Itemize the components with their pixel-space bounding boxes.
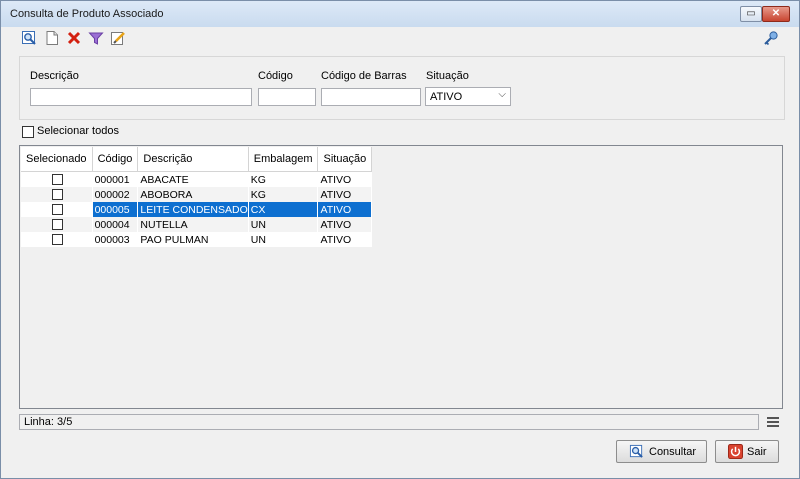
search-preview-icon[interactable] — [21, 30, 37, 46]
descricao-label: Descrição — [30, 70, 79, 82]
situacao-select[interactable]: ATIVO ⌵ — [425, 87, 511, 106]
row-position-text: Linha: 3/5 — [24, 416, 73, 428]
descricao-cell: NUTELLA — [137, 217, 249, 232]
results-grid: Selecionado Código Descrição Embalagem S… — [19, 145, 783, 409]
row-select-cell — [21, 202, 93, 217]
situacao-cell: ATIVO — [317, 202, 373, 217]
situacao-cell: ATIVO — [317, 171, 373, 187]
situacao-cell: ATIVO — [317, 232, 373, 247]
codigo-cell: 000004 — [92, 217, 139, 232]
descricao-cell: PAO PULMAN — [137, 232, 249, 247]
embalagem-cell: UN — [248, 217, 319, 232]
window-title: Consulta de Produto Associado — [10, 8, 164, 20]
descricao-cell: LEITE CONDENSADO — [137, 202, 249, 217]
hamburger-menu-icon[interactable] — [767, 417, 779, 427]
sair-button-label: Sair — [747, 446, 767, 458]
row-checkbox[interactable] — [51, 174, 63, 185]
embalagem-cell: KG — [248, 187, 319, 202]
main-window: Consulta de Produto Associado ▭ ✕ Descri… — [0, 0, 800, 479]
row-select-cell — [21, 187, 93, 202]
situacao-cell: ATIVO — [317, 187, 373, 202]
row-checkbox[interactable] — [51, 234, 63, 245]
sair-button[interactable]: Sair — [715, 440, 779, 463]
table-row-selected[interactable]: 000005 LEITE CONDENSADO CX ATIVO — [21, 202, 373, 217]
column-header-selecionado[interactable]: Selecionado — [21, 147, 93, 172]
select-all-checkbox[interactable] — [22, 126, 34, 138]
new-document-icon[interactable] — [44, 30, 60, 46]
row-select-cell — [21, 171, 93, 187]
row-checkbox[interactable] — [51, 204, 63, 215]
row-select-cell — [21, 232, 93, 247]
situacao-selected-value: ATIVO — [430, 91, 463, 103]
row-checkbox[interactable] — [51, 189, 63, 200]
situacao-cell: ATIVO — [317, 217, 373, 232]
column-header-codigo[interactable]: Código — [92, 147, 139, 172]
descricao-cell: ABOBORA — [137, 187, 249, 202]
consultar-button[interactable]: Consultar — [616, 440, 707, 463]
status-bar: Linha: 3/5 — [19, 414, 759, 430]
column-header-embalagem[interactable]: Embalagem — [248, 147, 319, 172]
chevron-down-icon[interactable]: ⌵ — [498, 89, 506, 100]
edit-icon[interactable] — [110, 30, 126, 46]
descricao-cell: ABACATE — [137, 171, 249, 187]
column-header-situacao[interactable]: Situação — [317, 147, 373, 172]
descricao-input[interactable] — [30, 88, 252, 106]
consultar-button-label: Consultar — [649, 446, 697, 458]
row-checkbox[interactable] — [51, 219, 63, 230]
select-all-label[interactable]: Selecionar todos — [37, 125, 119, 137]
restore-button[interactable]: ▭ — [740, 6, 762, 22]
codigo-cell: 000005 — [92, 202, 139, 217]
codigo-cell: 000001 — [92, 171, 139, 187]
embalagem-cell: UN — [248, 232, 319, 247]
table-row[interactable]: 000002 ABOBORA KG ATIVO — [21, 187, 373, 202]
table-header-row: Selecionado Código Descrição Embalagem S… — [21, 147, 373, 172]
codigo-label: Código — [258, 70, 293, 82]
codigo-barras-input[interactable] — [321, 88, 421, 106]
delete-icon[interactable] — [66, 30, 82, 46]
exit-power-icon — [728, 444, 743, 459]
filter-icon[interactable] — [88, 30, 104, 46]
search-preview-icon — [629, 444, 643, 458]
table-row[interactable]: 000001 ABACATE KG ATIVO — [21, 171, 373, 187]
situacao-label: Situação — [426, 70, 469, 82]
close-button[interactable]: ✕ — [762, 6, 790, 22]
codigo-cell: 000002 — [92, 187, 139, 202]
embalagem-cell: CX — [248, 202, 319, 217]
codigo-input[interactable] — [258, 88, 316, 106]
toolbar — [1, 27, 799, 51]
results-table: Selecionado Código Descrição Embalagem S… — [21, 147, 373, 247]
column-header-descricao[interactable]: Descrição — [137, 147, 249, 172]
table-row[interactable]: 000004 NUTELLA UN ATIVO — [21, 217, 373, 232]
title-bar: Consulta de Produto Associado ▭ ✕ — [1, 1, 799, 27]
embalagem-cell: KG — [248, 171, 319, 187]
codigo-cell: 000003 — [92, 232, 139, 247]
key-icon[interactable] — [763, 30, 779, 46]
table-row[interactable]: 000003 PAO PULMAN UN ATIVO — [21, 232, 373, 247]
codigo-barras-label: Código de Barras — [321, 70, 407, 82]
row-select-cell — [21, 217, 93, 232]
